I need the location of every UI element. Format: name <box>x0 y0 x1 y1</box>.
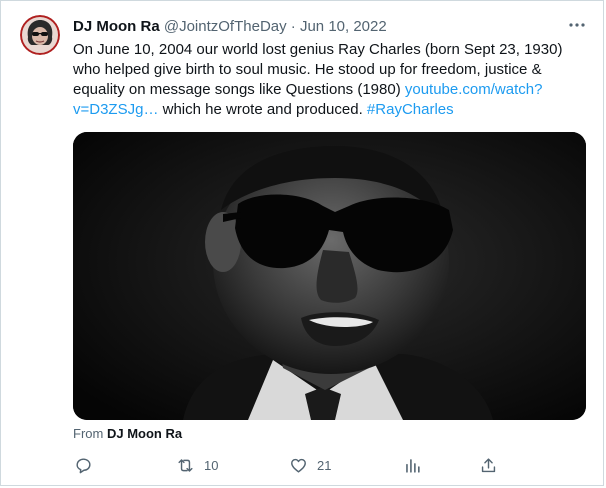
attribution-name[interactable]: DJ Moon Ra <box>107 426 182 441</box>
photo-image <box>73 132 586 420</box>
retweet-icon <box>178 458 193 472</box>
media-attribution: From DJ Moon Ra <box>73 426 182 441</box>
avatar[interactable] <box>20 15 60 55</box>
retweet-count: 10 <box>204 457 219 473</box>
more-dots-icon <box>569 23 585 27</box>
tweet-media-photo[interactable] <box>73 132 586 420</box>
attribution-prefix: From <box>73 426 104 441</box>
share-button[interactable] <box>479 453 498 477</box>
tweet-card[interactable]: DJ Moon Ra @JointzOfTheDay · Jun 10, 202… <box>0 0 604 486</box>
header-separator: · <box>290 18 296 35</box>
tweet-header: DJ Moon Ra @JointzOfTheDay · Jun 10, 202… <box>73 17 387 36</box>
author-name[interactable]: DJ Moon Ra <box>73 18 160 35</box>
author-handle[interactable]: @JointzOfTheDay <box>164 18 287 35</box>
more-options-button[interactable] <box>565 15 589 35</box>
reply-bubble-icon <box>76 457 91 473</box>
reply-button[interactable] <box>74 453 102 477</box>
tweet-date[interactable]: Jun 10, 2022 <box>300 18 387 35</box>
views-button[interactable] <box>403 453 431 477</box>
tweet-text-tail: which he wrote and produced. <box>158 101 367 118</box>
like-count: 21 <box>317 457 332 473</box>
bar-chart-icon <box>406 458 420 473</box>
like-button[interactable]: 21 <box>289 453 331 477</box>
retweet-button[interactable]: 10 <box>176 453 218 477</box>
tweet-actions: 10 21 <box>1 453 605 477</box>
heart-icon <box>291 458 306 473</box>
tweet-text: On June 10, 2004 our world lost genius R… <box>73 40 573 120</box>
share-upload-icon <box>481 457 496 472</box>
hashtag-link[interactable]: #RayCharles <box>367 101 454 118</box>
